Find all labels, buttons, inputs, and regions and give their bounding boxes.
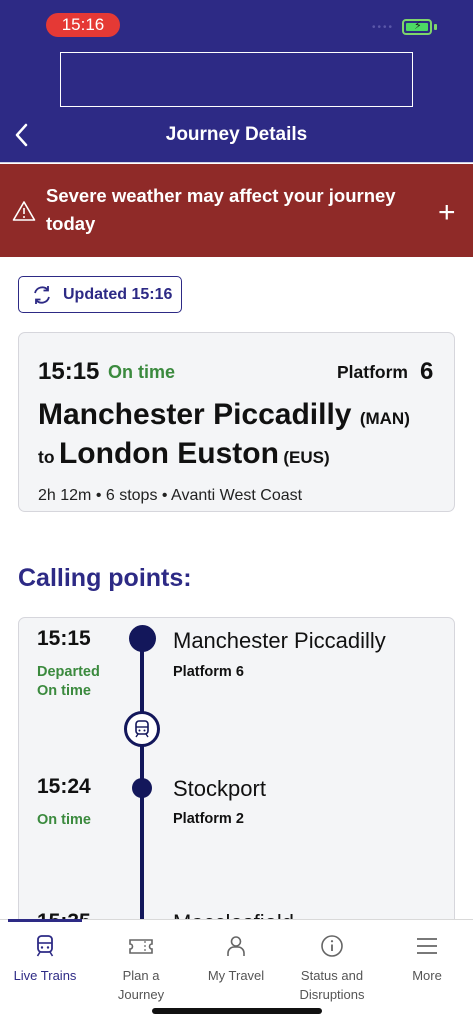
info-icon [285,932,379,960]
stop-name: Stockport [173,776,266,801]
nav-label: More [412,968,442,983]
destination-name: London Euston [58,437,279,470]
platform-label: Platform [337,362,408,382]
stop-marker [132,778,152,798]
nav-more[interactable]: More [380,932,473,985]
home-indicator [152,1008,322,1014]
departure-status: On time [108,362,176,382]
train-icon [0,932,92,960]
journey-summary: 2h 12m • 6 stops • Avanti West Coast [38,487,303,504]
to-label: to [38,447,55,467]
stop-time: 15:15 [37,627,91,650]
departure-time: 15:15 [38,358,100,385]
stop-status-line: Departed [37,664,100,680]
stop-platform: Platform 2 [173,811,244,827]
page-title: Journey Details [165,124,308,145]
origin-name: Manchester Piccadilly [38,398,352,431]
refresh-icon [34,285,50,304]
header-divider [0,162,473,163]
calling-points-heading: Calling points: [18,564,192,592]
menu-icon [380,932,473,960]
nav-label: Plan a Journey [117,968,165,1002]
nav-my-travel[interactable]: My Travel [189,932,283,985]
nav-live-trains[interactable]: Live Trains [0,932,92,985]
updated-label: Updated 15:16 [63,285,173,303]
stop-status-line: On time [37,683,91,699]
nav-label: Live Trains [13,968,77,983]
origin-station: Manchester Piccadilly (MAN) [38,398,410,432]
stop-marker-current [129,625,156,652]
nav-label: Status and Disruptions [299,968,365,1002]
nav-label: My Travel [207,968,265,983]
stop-time: 15:24 [37,775,91,798]
stop-name: Manchester Piccadilly [173,628,386,653]
stop-status: On time [37,811,91,830]
destination-code: (EUS) [283,448,330,467]
journey-details-screen: 15:16 •••• ⚡ Journey Details Severe weat… [0,0,473,1024]
platform-number: 6 [420,358,434,385]
battery-tip [434,24,437,30]
alert-message: Severe weather may affect your journey t… [46,185,396,234]
status-bar-time: 15:16 [46,13,120,37]
destination-station: to London Euston (EUS) [38,437,330,471]
origin-code: (MAN) [359,409,410,428]
expand-plus-icon[interactable]: + [438,196,456,230]
stop-platform: Platform 6 [173,664,244,680]
person-icon [189,932,283,960]
refresh-button[interactable]: Updated 15:16 [18,276,182,313]
warning-icon [12,200,36,227]
stop-status-line: On time [37,812,91,828]
nav-active-indicator [8,919,82,922]
train-position-icon [124,711,160,747]
signal-icon: •••• [372,22,395,33]
battery-icon: ⚡ [402,19,432,35]
nav-plan-journey[interactable]: Plan a Journey [94,932,188,1004]
nav-status-disruptions[interactable]: Status and Disruptions [285,932,379,1004]
ticket-icon [116,932,166,960]
stop-status: Departed On time [37,663,100,701]
logo-placeholder [60,52,413,107]
